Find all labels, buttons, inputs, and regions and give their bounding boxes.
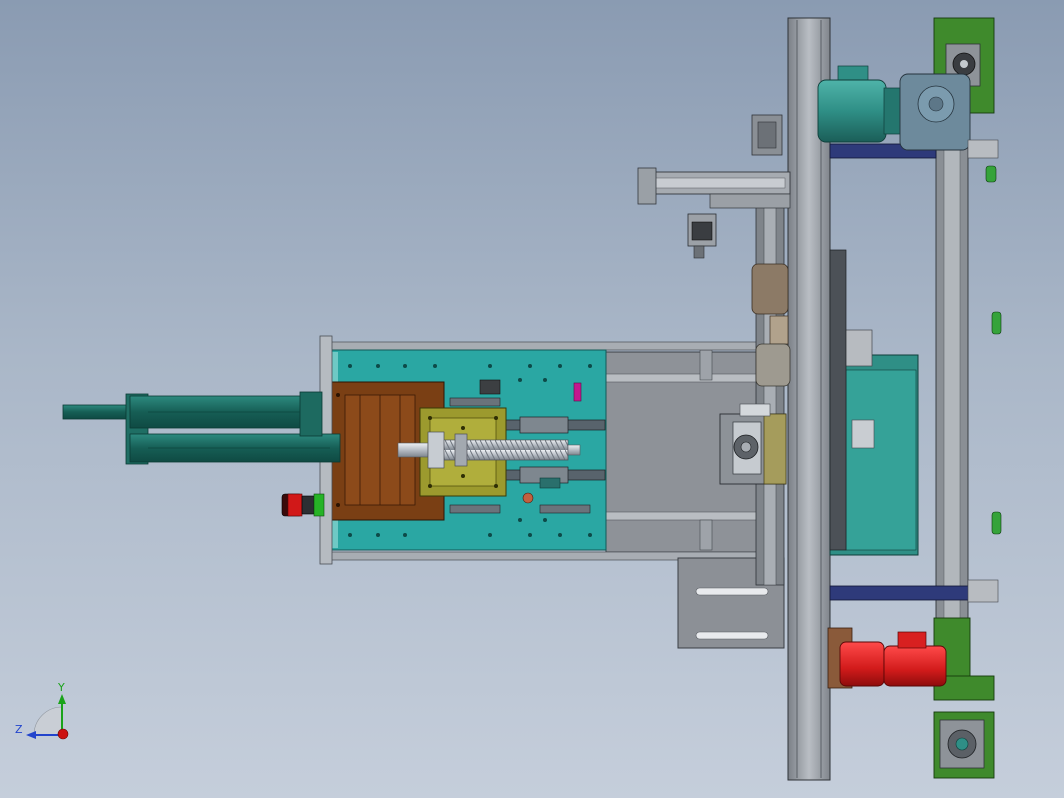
y-axis-arrowhead (58, 694, 66, 704)
y-axis-label: Y (57, 681, 65, 694)
z-axis-label: Z (15, 723, 23, 736)
adjustment-knobs (967, 139, 1002, 603)
rotary-head-assembly (719, 403, 787, 485)
brown-knob (522, 492, 534, 504)
magenta-sensor-tag (573, 382, 582, 402)
pneumatic-cylinder (62, 391, 341, 465)
lower-gearbox (939, 719, 985, 769)
triad-plane-indicator (33, 706, 63, 736)
gripper-head (687, 213, 717, 259)
small-clamp (539, 477, 561, 489)
x-axis-dot (57, 728, 69, 740)
horizontal-upper-arm (637, 167, 791, 209)
z-axis-arrowhead (26, 731, 36, 739)
lower-tie-bar (829, 585, 973, 601)
coordinate-triad[interactable]: Y Z (15, 681, 69, 740)
dark-gear-plate (829, 249, 847, 551)
lower-red-gear-motor (827, 627, 947, 689)
proximity-sensor (479, 379, 501, 395)
cad-viewport[interactable]: Y Z (0, 0, 1064, 798)
upper-gear-motor (817, 65, 971, 151)
emergency-button (281, 493, 325, 517)
